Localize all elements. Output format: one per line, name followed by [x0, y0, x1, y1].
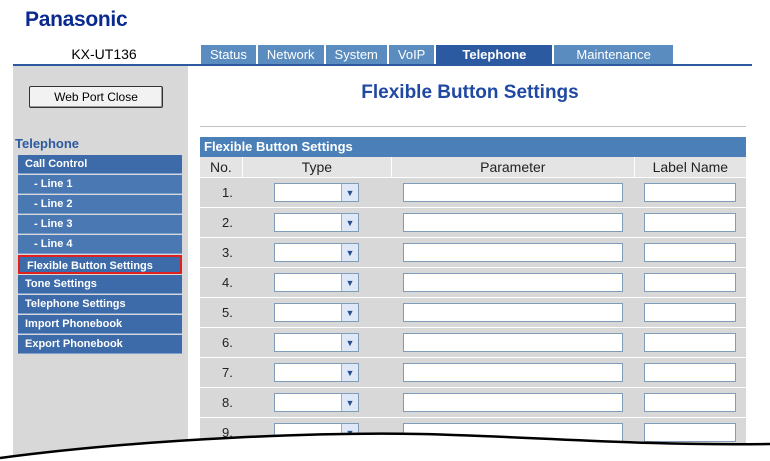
type-select[interactable]: ▼ [274, 363, 359, 382]
chevron-down-icon[interactable]: ▼ [341, 334, 358, 351]
table-row: 6. ▼ [200, 327, 746, 357]
sidebar-item-line-2[interactable]: - Line 2 [18, 195, 182, 214]
top-tabs: Status Network System VoIP Telephone Mai… [201, 45, 673, 64]
chevron-down-icon[interactable]: ▼ [341, 214, 358, 231]
tab-maintenance[interactable]: Maintenance [552, 45, 673, 64]
col-parameter: Parameter [391, 157, 635, 177]
panel-title: Flexible Button Settings [200, 137, 746, 157]
sidebar-item-line-4[interactable]: - Line 4 [18, 235, 182, 254]
parameter-input[interactable] [402, 273, 623, 292]
type-select[interactable]: ▼ [274, 333, 359, 352]
sidebar-item-flexible-button-settings[interactable]: Flexible Button Settings [18, 255, 182, 274]
sidebar-title: Telephone [15, 136, 80, 151]
table-row: 1. ▼ [200, 177, 746, 207]
label-name-input[interactable] [644, 333, 736, 352]
row-number: 3. [222, 245, 233, 260]
label-name-input[interactable] [644, 303, 736, 322]
model-name: KX-UT136 [71, 46, 137, 62]
type-select[interactable]: ▼ [274, 183, 359, 202]
col-type: Type [242, 157, 392, 177]
table-row: 4. ▼ [200, 267, 746, 297]
sidebar-item-line-3[interactable]: - Line 3 [18, 215, 182, 234]
label-name-input[interactable] [644, 213, 736, 232]
label-name-input[interactable] [644, 243, 736, 262]
panasonic-logo: Panasonic [25, 8, 128, 31]
parameter-input[interactable] [402, 363, 623, 382]
label-name-input[interactable] [644, 363, 736, 382]
row-number: 7. [222, 365, 233, 380]
parameter-input[interactable] [402, 333, 623, 352]
table-body: 1. ▼ 2. ▼ 3. ▼ 4. ▼ 5. ▼ 6. ▼ 7. ▼ 8. ▼ 9. ▼ [200, 177, 746, 447]
sidebar-item-export-phonebook[interactable]: Export Phonebook [18, 335, 182, 354]
chevron-down-icon[interactable]: ▼ [341, 394, 358, 411]
tab-system[interactable]: System [323, 45, 387, 64]
tab-telephone[interactable]: Telephone [434, 45, 553, 64]
chevron-down-icon[interactable]: ▼ [341, 244, 358, 261]
torn-edge [0, 432, 770, 461]
sidebar-menu: Call Control - Line 1 - Line 2 - Line 3 … [18, 155, 182, 355]
sidebar-item-tone-settings[interactable]: Tone Settings [18, 275, 182, 294]
type-select[interactable]: ▼ [274, 213, 359, 232]
row-number: 1. [222, 185, 233, 200]
row-number: 8. [222, 395, 233, 410]
table-header: No. Type Parameter Label Name [200, 157, 746, 177]
label-name-input[interactable] [644, 183, 736, 202]
web-port-close-button[interactable]: Web Port Close [29, 86, 163, 108]
label-name-input[interactable] [644, 273, 736, 292]
sidebar-item-telephone-settings[interactable]: Telephone Settings [18, 295, 182, 314]
chevron-down-icon[interactable]: ▼ [341, 184, 358, 201]
table-row: 2. ▼ [200, 207, 746, 237]
parameter-input[interactable] [402, 213, 623, 232]
title-divider [200, 126, 746, 127]
type-select[interactable]: ▼ [274, 243, 359, 262]
type-select[interactable]: ▼ [274, 273, 359, 292]
row-number: 4. [222, 275, 233, 290]
col-label-name: Label Name [634, 157, 746, 177]
chevron-down-icon[interactable]: ▼ [341, 364, 358, 381]
tab-network[interactable]: Network [255, 45, 324, 64]
tab-voip[interactable]: VoIP [386, 45, 435, 64]
sidebar-item-call-control[interactable]: Call Control [18, 155, 182, 174]
tab-status[interactable]: Status [201, 45, 256, 64]
chevron-down-icon[interactable]: ▼ [341, 304, 358, 321]
table-row: 3. ▼ [200, 237, 746, 267]
row-number: 5. [222, 305, 233, 320]
parameter-input[interactable] [402, 243, 623, 262]
parameter-input[interactable] [402, 183, 623, 202]
page-title: Flexible Button Settings [361, 82, 579, 103]
sidebar-item-line-1[interactable]: - Line 1 [18, 175, 182, 194]
parameter-input[interactable] [402, 303, 623, 322]
chevron-down-icon[interactable]: ▼ [341, 274, 358, 291]
col-no: No. [200, 157, 243, 177]
table-row: 5. ▼ [200, 297, 746, 327]
sidebar-item-import-phonebook[interactable]: Import Phonebook [18, 315, 182, 334]
row-number: 2. [222, 215, 233, 230]
row-number: 6. [222, 335, 233, 350]
table-row: 7. ▼ [200, 357, 746, 387]
type-select[interactable]: ▼ [274, 303, 359, 322]
